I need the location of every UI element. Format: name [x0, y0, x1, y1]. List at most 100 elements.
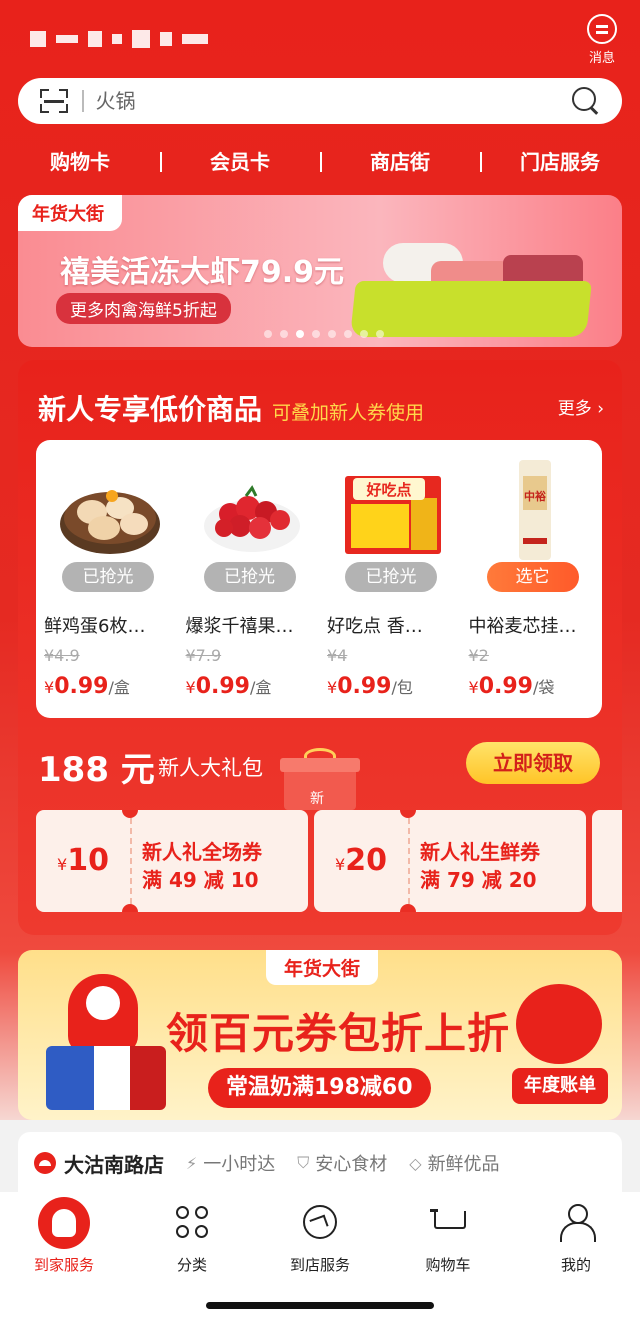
top-nav: 购物卡 会员卡 商店街 门店服务 — [0, 140, 640, 180]
shield-icon: ⛉ — [297, 1153, 310, 1172]
bottom-tab-bar: 到家服务 分类 到店服务 购物车 我的 — [0, 1192, 640, 1321]
store-name: 大沽南路店 — [64, 1152, 164, 1177]
sale-price: ¥0.99/包 — [327, 674, 413, 699]
product-name: 好吃点 香… — [327, 616, 423, 637]
yearly-bill-button[interactable]: 年度账单 — [512, 1068, 608, 1104]
choose-button[interactable]: 选它 — [486, 562, 579, 592]
gift-label: 新人大礼包 — [158, 756, 263, 780]
original-price: ¥4.9 — [44, 646, 80, 665]
product-card[interactable]: 已抢光 爆浆千禧果… ¥7.9 ¥0.99/盒 — [178, 440, 320, 718]
search-input[interactable] — [95, 89, 572, 113]
search-bar[interactable] — [18, 78, 622, 124]
store-feature: ◇ 新鲜优品 — [409, 1153, 500, 1176]
coupon-card[interactable]: ¥10 新人礼全场券 满 49 减 10 — [36, 810, 308, 912]
sale-price: ¥0.99/盒 — [44, 674, 130, 699]
nav-store-street[interactable]: 商店街 — [320, 146, 480, 175]
store-feature: ⚡ 一小时达 — [186, 1153, 276, 1176]
coupon-rule: 满 49 减 10 — [142, 868, 259, 892]
tab-profile[interactable]: 我的 — [512, 1192, 640, 1275]
gift-amount: 188 元 — [38, 750, 155, 790]
lightning-icon: ⚡ — [186, 1153, 198, 1173]
tab-category[interactable]: 分类 — [128, 1192, 256, 1275]
more-link[interactable]: 更多 › — [558, 394, 604, 419]
cart-icon — [430, 1207, 466, 1237]
coupon-card[interactable]: ¥20 新人礼生鲜券 满 79 减 20 — [314, 810, 586, 912]
search-icon[interactable] — [572, 87, 600, 115]
gift-box-icon: 新 — [280, 748, 360, 810]
coupon-rule: 满 79 减 20 — [420, 868, 537, 892]
product-name: 鲜鸡蛋6枚… — [44, 616, 146, 637]
cherry-tomato-image — [200, 458, 304, 562]
promo-tag: 年货大街 — [266, 950, 379, 985]
coupon-name: 新人礼生鲜券 — [420, 840, 540, 864]
product-list: 已抢光 鲜鸡蛋6枚… ¥4.9 ¥0.99/盒 已抢光 爆浆千禧果… ¥7.9 … — [36, 440, 602, 718]
section-title: 新人专享低价商品 — [38, 393, 263, 426]
sale-price: ¥0.99/袋 — [468, 674, 555, 699]
carousel-dot[interactable] — [376, 330, 384, 338]
original-price: ¥4 — [327, 646, 348, 665]
product-name: 中裕麦芯挂… — [468, 616, 577, 637]
home-service-icon — [38, 1197, 90, 1249]
carousel-dot[interactable] — [360, 330, 368, 338]
coupon-amount: ¥20 — [335, 843, 387, 878]
promo-banner[interactable]: 年货大街 禧美活冻大虾79.9元 更多肉禽海鲜5折起 — [18, 195, 622, 347]
store-service-icon — [303, 1205, 337, 1239]
carousel-dot[interactable] — [280, 330, 288, 338]
product-name: 爆浆千禧果… — [185, 616, 294, 637]
original-price: ¥2 — [468, 646, 489, 665]
new-user-section: 新人专享低价商品 可叠加新人券使用 更多 › 已抢光 鲜鸡蛋6枚… ¥4.9 ¥… — [18, 360, 622, 935]
section-subtitle: 可叠加新人券使用 — [272, 402, 425, 424]
tab-store-service[interactable]: 到店服务 — [256, 1192, 384, 1275]
search-divider — [82, 90, 84, 112]
product-card[interactable]: 好吃点 已抢光 好吃点 香… ¥4 ¥0.99/包 — [319, 440, 461, 718]
profile-icon — [560, 1204, 596, 1242]
original-price: ¥7.9 — [185, 646, 222, 665]
coupon-name: 新人礼全场券 — [142, 840, 262, 864]
banner-tag: 年货大街 — [18, 195, 122, 231]
status-pill: 已抢光 — [345, 562, 437, 592]
biscuit-package-image: 好吃点 — [341, 458, 445, 562]
tab-cart[interactable]: 购物车 — [384, 1192, 512, 1275]
carousel-dot[interactable] — [344, 330, 352, 338]
claim-button[interactable]: 立即领取 — [466, 742, 600, 784]
mascot-image — [68, 974, 138, 1054]
nav-store-service[interactable]: 门店服务 — [480, 146, 640, 175]
eggs-image — [58, 458, 162, 562]
coupon-list: ¥10 新人礼全场券 满 49 减 10 ¥20 新人礼生鲜券 满 79 减 2… — [36, 810, 622, 912]
category-icon — [176, 1206, 208, 1238]
carousel-dot[interactable] — [264, 330, 272, 338]
home-indicator — [206, 1302, 434, 1309]
banner-title: 禧美活冻大虾79.9元 — [60, 255, 345, 290]
svg-text:中裕: 中裕 — [524, 489, 546, 503]
store-bar[interactable]: 大沽南路店 ⚡ 一小时达 ⛉ 安心食材 ◇ 新鲜优品 — [18, 1132, 622, 1194]
status-bar-redacted — [30, 28, 208, 50]
nav-member-card[interactable]: 会员卡 — [160, 146, 320, 175]
sale-price: ¥0.99/盒 — [185, 674, 272, 699]
banner-subtitle: 更多肉禽海鲜5折起 — [56, 293, 231, 324]
carousel-dots — [264, 330, 384, 338]
diamond-icon: ◇ — [409, 1153, 422, 1173]
status-pill: 已抢光 — [62, 562, 154, 592]
message-label: 消息 — [588, 51, 615, 66]
store-logo-icon — [34, 1152, 56, 1174]
promo-offer: 常温奶满198减60 — [208, 1068, 431, 1108]
message-icon — [587, 14, 617, 44]
carousel-dot[interactable] — [296, 330, 304, 338]
product-card[interactable]: 中裕 选它 中裕麦芯挂… ¥2 ¥0.99/袋 — [461, 440, 603, 718]
products-image — [46, 1046, 166, 1110]
message-button[interactable]: 消息 — [582, 14, 622, 66]
red-envelope-image — [516, 984, 602, 1064]
nav-shopping-card[interactable]: 购物卡 — [0, 146, 160, 175]
promo-headline: 领百元券包折上折 — [166, 1009, 511, 1058]
carousel-dot[interactable] — [312, 330, 320, 338]
coupon-card-partial[interactable] — [592, 810, 622, 912]
status-pill: 已抢光 — [203, 562, 296, 592]
scan-icon[interactable] — [40, 89, 68, 113]
product-card[interactable]: 已抢光 鲜鸡蛋6枚… ¥4.9 ¥0.99/盒 — [36, 440, 178, 718]
year-goods-banner[interactable]: 年货大街 领百元券包折上折 常温奶满198减60 年度账单 — [18, 950, 622, 1120]
tab-home-service[interactable]: 到家服务 — [0, 1192, 128, 1275]
seafood-basket-image — [350, 233, 603, 337]
svg-text:好吃点: 好吃点 — [365, 481, 411, 499]
carousel-dot[interactable] — [328, 330, 336, 338]
noodle-package-image: 中裕 — [483, 458, 587, 562]
